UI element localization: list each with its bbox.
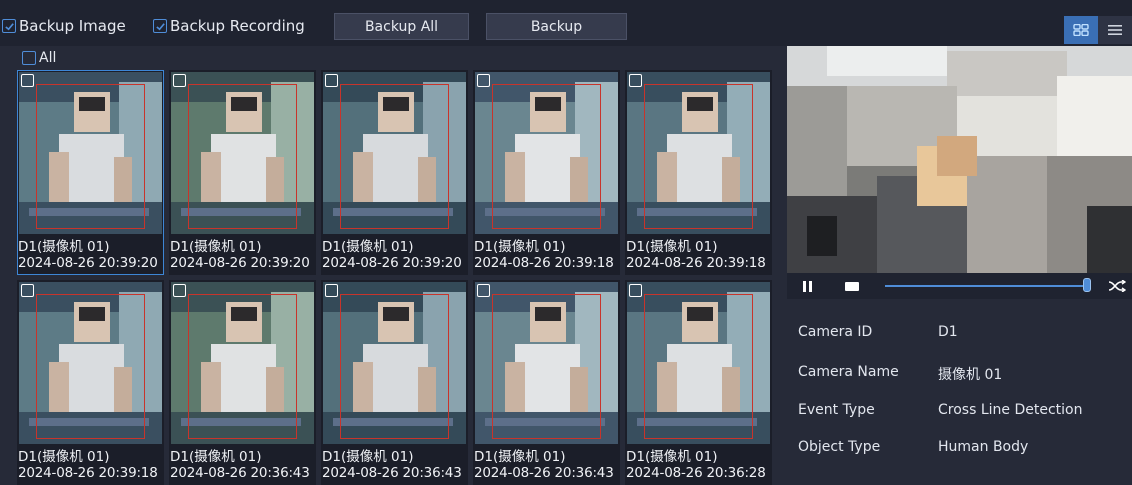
- tile-checkbox[interactable]: [629, 284, 642, 297]
- snapshot-thumbnail: [627, 282, 770, 444]
- detection-box: [644, 84, 753, 229]
- video-frame: [787, 46, 1132, 273]
- event-type-label: Event Type: [798, 402, 875, 418]
- snapshot-thumbnail: [323, 72, 466, 234]
- tile-timestamp: 2024-08-26 20:39:18: [626, 255, 766, 271]
- tile-timestamp: 2024-08-26 20:36:28: [626, 465, 766, 481]
- image-tile[interactable]: D1(摄像机 01) 2024-08-26 20:36:43: [321, 280, 468, 485]
- image-tile[interactable]: D1(摄像机 01) 2024-08-26 20:39:18: [625, 70, 772, 275]
- object-type-value: Human Body: [938, 439, 1029, 455]
- tile-timestamp: 2024-08-26 20:39:18: [18, 465, 158, 481]
- tile-camera-label: D1(摄像机 01): [18, 239, 110, 255]
- camera-name-value: 摄像机 01: [938, 367, 1003, 383]
- image-tile[interactable]: D1(摄像机 01) 2024-08-26 20:36:28: [625, 280, 772, 485]
- checkbox-checked-icon: [2, 19, 16, 33]
- detection-box: [644, 294, 753, 439]
- tile-timestamp: 2024-08-26 20:39:20: [170, 255, 310, 271]
- tile-checkbox[interactable]: [173, 74, 186, 87]
- image-tile[interactable]: D1(摄像机 01) 2024-08-26 20:39:20: [169, 70, 316, 275]
- detection-box: [492, 294, 601, 439]
- snapshot-thumbnail: [19, 282, 162, 444]
- detection-box: [188, 84, 297, 229]
- tile-timestamp: 2024-08-26 20:39:20: [322, 255, 462, 271]
- tile-checkbox[interactable]: [325, 284, 338, 297]
- tile-checkbox[interactable]: [477, 74, 490, 87]
- detection-box: [492, 84, 601, 229]
- tile-camera-label: D1(摄像机 01): [322, 239, 414, 255]
- detection-box: [36, 84, 145, 229]
- tile-camera-label: D1(摄像机 01): [626, 239, 718, 255]
- tile-timestamp: 2024-08-26 20:39:20: [18, 255, 158, 271]
- snapshot-thumbnail: [171, 282, 314, 444]
- grid-view-icon[interactable]: [1064, 16, 1098, 44]
- toolbar: Backup Image Backup Recording Backup All…: [0, 0, 1132, 46]
- image-tile[interactable]: D1(摄像机 01) 2024-08-26 20:39:18: [17, 280, 164, 485]
- tile-camera-label: D1(摄像机 01): [170, 239, 262, 255]
- backup-recording-label: Backup Recording: [170, 17, 305, 35]
- image-tile[interactable]: D1(摄像机 01) 2024-08-26 20:36:43: [169, 280, 316, 485]
- backup-recording-checkbox[interactable]: Backup Recording: [153, 16, 305, 36]
- image-tile[interactable]: D1(摄像机 01) 2024-08-26 20:39:20: [17, 70, 164, 275]
- player-controls: [787, 273, 1132, 299]
- tile-camera-label: D1(摄像机 01): [18, 449, 110, 465]
- snapshot-thumbnail: [171, 72, 314, 234]
- detection-box: [340, 294, 449, 439]
- detection-box: [188, 294, 297, 439]
- view-toggle: [1064, 16, 1132, 44]
- checkbox-unchecked-icon: [22, 51, 36, 65]
- tile-camera-label: D1(摄像机 01): [626, 449, 718, 465]
- select-all-checkbox[interactable]: All: [22, 50, 56, 66]
- checkbox-checked-icon: [153, 19, 167, 33]
- tile-camera-label: D1(摄像机 01): [170, 449, 262, 465]
- snapshot-thumbnail: [627, 72, 770, 234]
- detection-box: [36, 294, 145, 439]
- stop-icon[interactable]: [839, 277, 865, 295]
- shuffle-icon[interactable]: [1104, 277, 1130, 295]
- event-type-value: Cross Line Detection: [938, 402, 1083, 418]
- image-tile[interactable]: D1(摄像机 01) 2024-08-26 20:39:20: [321, 70, 468, 275]
- backup-image-label: Backup Image: [19, 17, 126, 35]
- image-tile[interactable]: D1(摄像机 01) 2024-08-26 20:36:43: [473, 280, 620, 485]
- tile-checkbox[interactable]: [477, 284, 490, 297]
- event-details: Camera ID D1 Camera Name 摄像机 01 Event Ty…: [787, 299, 1132, 484]
- image-tile[interactable]: D1(摄像机 01) 2024-08-26 20:39:18: [473, 70, 620, 275]
- snapshot-thumbnail: [19, 72, 162, 234]
- tile-checkbox[interactable]: [173, 284, 186, 297]
- playback-progress-track[interactable]: [885, 285, 1091, 287]
- camera-id-label: Camera ID: [798, 324, 873, 340]
- tile-timestamp: 2024-08-26 20:36:43: [170, 465, 310, 481]
- camera-id-value: D1: [938, 324, 958, 340]
- tile-checkbox[interactable]: [325, 74, 338, 87]
- tile-timestamp: 2024-08-26 20:39:18: [474, 255, 614, 271]
- detection-box: [340, 84, 449, 229]
- snapshot-thumbnail: [475, 72, 618, 234]
- backup-button[interactable]: Backup: [486, 13, 627, 40]
- object-type-label: Object Type: [798, 439, 881, 455]
- video-player[interactable]: [787, 46, 1132, 273]
- backup-image-checkbox[interactable]: Backup Image: [2, 16, 126, 36]
- tile-checkbox[interactable]: [21, 284, 34, 297]
- snapshot-thumbnail: [475, 282, 618, 444]
- playback-progress-knob[interactable]: [1082, 278, 1091, 292]
- pause-icon[interactable]: [795, 277, 821, 295]
- tile-checkbox[interactable]: [629, 74, 642, 87]
- select-all-label: All: [39, 50, 57, 66]
- snapshot-thumbnail: [323, 282, 466, 444]
- tile-timestamp: 2024-08-26 20:36:43: [322, 465, 462, 481]
- list-view-icon[interactable]: [1098, 16, 1132, 44]
- camera-name-label: Camera Name: [798, 364, 899, 380]
- backup-all-button[interactable]: Backup All: [334, 13, 469, 40]
- tile-checkbox[interactable]: [21, 74, 34, 87]
- tile-camera-label: D1(摄像机 01): [322, 449, 414, 465]
- tile-timestamp: 2024-08-26 20:36:43: [474, 465, 614, 481]
- tile-camera-label: D1(摄像机 01): [474, 239, 566, 255]
- tile-camera-label: D1(摄像机 01): [474, 449, 566, 465]
